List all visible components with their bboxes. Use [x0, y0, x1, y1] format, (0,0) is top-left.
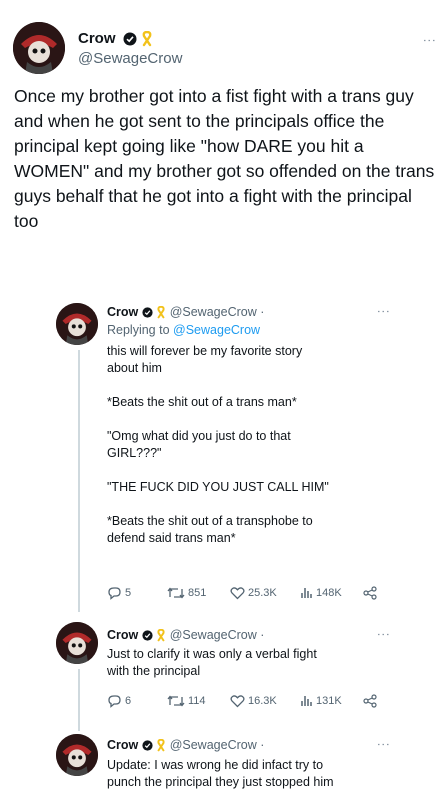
more-options-icon[interactable]: ⋮: [422, 34, 437, 46]
yellow-ribbon-icon: [142, 31, 152, 47]
retweet-icon: [167, 587, 185, 599]
more-options-icon[interactable]: ⋮: [376, 628, 391, 640]
replying-to-handle[interactable]: @SewageCrow: [173, 323, 260, 337]
author-name[interactable]: Crow: [107, 628, 138, 642]
author-name-row: Crow: [78, 30, 153, 47]
heart-icon: [230, 695, 245, 708]
reply-icon: [108, 695, 121, 708]
tweet-text: Once my brother got into a fist fight wi…: [14, 86, 435, 231]
share-button[interactable]: [363, 586, 377, 600]
views-bar-icon: [301, 696, 312, 706]
like-button[interactable]: 16.3K: [230, 694, 277, 708]
thread-line: [78, 350, 80, 612]
reply-count: 5: [125, 587, 132, 599]
reply-text: Update: I was wrong he did infact try to…: [107, 758, 334, 789]
views-count: 148K: [316, 586, 342, 599]
retweet-count: 851: [188, 587, 207, 599]
reply-header: Crow @SewageCrow ·: [107, 628, 264, 642]
separator-dot: ·: [260, 305, 265, 319]
author-name[interactable]: Crow: [107, 305, 138, 319]
avatar[interactable]: [56, 622, 98, 664]
more-options-icon[interactable]: ⋮: [376, 738, 391, 750]
separator-dot: ·: [260, 738, 265, 752]
retweet-icon: [167, 695, 185, 707]
reply-icon: [108, 587, 121, 600]
author-handle[interactable]: @SewageCrow: [170, 628, 257, 642]
reply-text: this will forever be my favorite story a…: [107, 344, 329, 545]
avatar[interactable]: [56, 734, 98, 776]
verified-badge-icon: [123, 32, 137, 46]
replying-to-label: Replying to: [107, 323, 170, 337]
action-bar: 5 851 25.3K 148K: [107, 586, 407, 604]
avatar[interactable]: [13, 22, 65, 74]
reply-header: Crow @SewageCrow ·: [107, 738, 264, 752]
like-count: 16.3K: [248, 695, 277, 707]
share-icon: [363, 694, 377, 708]
like-count: 25.3K: [248, 587, 277, 599]
verified-badge-icon: [142, 307, 153, 318]
yellow-ribbon-icon: [157, 739, 165, 752]
yellow-ribbon-icon: [157, 629, 165, 642]
reply-count: 6: [125, 695, 132, 707]
retweet-button[interactable]: 851: [167, 586, 206, 600]
verified-badge-icon: [142, 740, 153, 751]
views-count: 131K: [316, 694, 342, 707]
verified-badge-icon: [142, 630, 153, 641]
thread-line: [78, 669, 80, 731]
retweet-count: 114: [188, 695, 206, 707]
more-options-icon[interactable]: ⋮: [376, 305, 391, 317]
separator-dot: ·: [260, 628, 265, 642]
replying-to: Replying to @SewageCrow: [107, 323, 260, 337]
action-bar: 6 114 16.3K 131K: [107, 694, 407, 712]
views-button[interactable]: 131K: [300, 694, 342, 707]
author-handle[interactable]: @SewageCrow: [170, 738, 257, 752]
retweet-button[interactable]: 114: [167, 694, 206, 708]
author-name[interactable]: Crow: [107, 738, 138, 752]
heart-icon: [230, 587, 245, 600]
share-button[interactable]: [363, 694, 377, 708]
reply-header: Crow @SewageCrow ·: [107, 305, 264, 319]
yellow-ribbon-icon: [157, 306, 165, 319]
share-icon: [363, 586, 377, 600]
author-handle[interactable]: @SewageCrow: [78, 50, 182, 67]
views-button[interactable]: 148K: [300, 586, 342, 599]
author-name[interactable]: Crow: [78, 30, 116, 47]
avatar[interactable]: [56, 303, 98, 345]
reply-button[interactable]: 6: [107, 694, 131, 708]
views-bar-icon: [301, 588, 312, 598]
author-handle[interactable]: @SewageCrow: [170, 305, 257, 319]
like-button[interactable]: 25.3K: [230, 586, 277, 600]
reply-button[interactable]: 5: [107, 586, 131, 600]
reply-text: Just to clarify it was only a verbal fig…: [107, 647, 317, 678]
